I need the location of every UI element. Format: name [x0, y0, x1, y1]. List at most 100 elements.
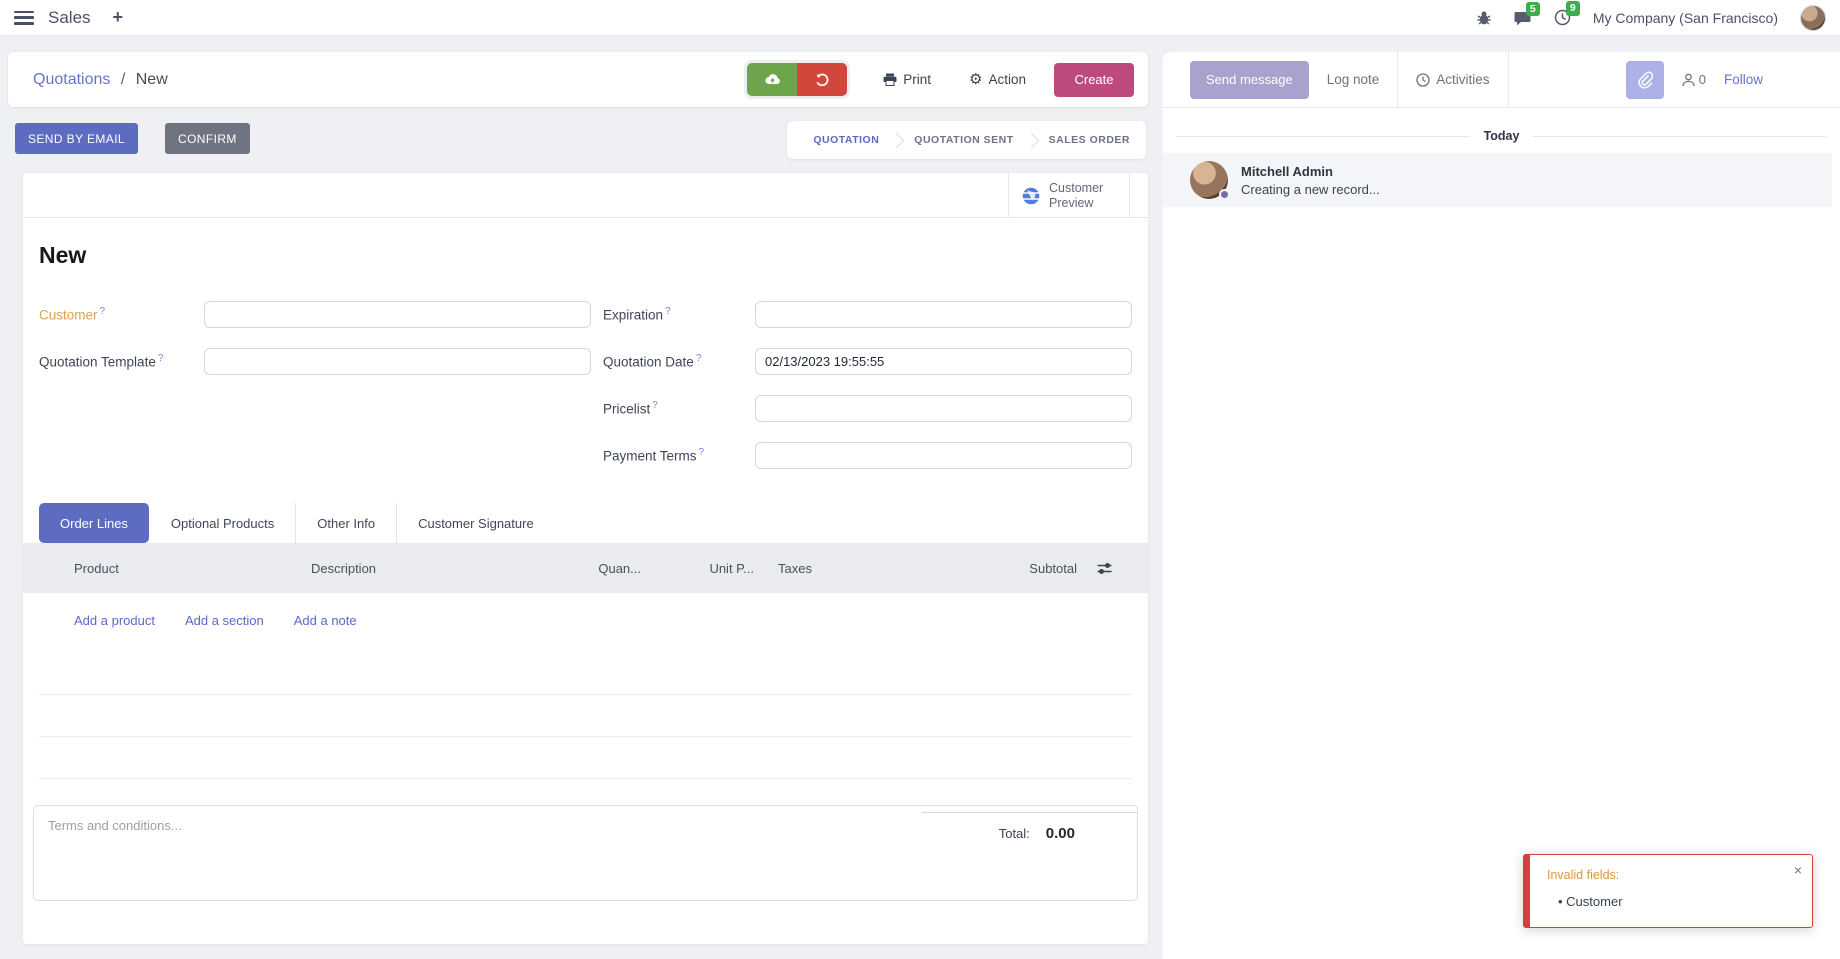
followers-counter[interactable]: 0	[1682, 72, 1706, 87]
add-a-product-link[interactable]: Add a product	[74, 613, 155, 628]
totals-block: Total: 0.00	[922, 812, 1137, 842]
paperclip-icon	[1637, 71, 1653, 89]
empty-row	[39, 653, 1132, 695]
messages-count-badge: 5	[1526, 2, 1540, 17]
empty-row	[39, 695, 1132, 737]
total-value: 0.00	[1046, 825, 1075, 842]
payment-terms-input[interactable]	[755, 442, 1132, 469]
record-title: New	[39, 242, 1132, 269]
pricelist-input[interactable]	[755, 395, 1132, 422]
action-button[interactable]: ⚙ Action	[969, 72, 1026, 87]
toast-invalid-field-item: • Customer	[1558, 894, 1623, 909]
empty-order-lines	[39, 653, 1132, 779]
breadcrumb-separator: /	[121, 71, 125, 88]
followers-count: 0	[1699, 72, 1706, 87]
send-message-button[interactable]: Send message	[1190, 61, 1309, 99]
notes-and-totals: Total: 0.00	[33, 805, 1138, 901]
stage-quotation[interactable]: QUOTATION	[801, 134, 891, 146]
form-sheet: Customer Preview New Customer? Quotation…	[23, 173, 1148, 944]
debug-bug-icon[interactable]	[1476, 10, 1492, 26]
tab-optional-products[interactable]: Optional Products	[150, 503, 296, 543]
payment-terms-field-label: Payment Terms?	[603, 447, 755, 464]
divider	[1508, 52, 1509, 108]
gear-icon: ⚙	[969, 72, 982, 87]
column-header-subtotal: Subtotal	[954, 561, 1077, 576]
help-question-icon[interactable]: ?	[699, 447, 705, 458]
help-question-icon[interactable]: ?	[158, 353, 164, 364]
message-text: Creating a new record...	[1241, 182, 1380, 197]
company-switcher[interactable]: My Company (San Francisco)	[1593, 10, 1778, 26]
terms-and-conditions-input[interactable]	[48, 818, 688, 888]
breadcrumb: Quotations / New	[33, 71, 168, 89]
help-question-icon[interactable]: ?	[665, 306, 671, 317]
person-icon	[1682, 73, 1695, 87]
messages-icon[interactable]: 5	[1514, 10, 1532, 26]
control-panel: Quotations / New Print ⚙ Action	[8, 52, 1148, 107]
optional-columns-icon[interactable]	[1077, 562, 1132, 575]
column-header-product: Product	[39, 561, 311, 576]
column-header-quantity: Quan...	[581, 561, 641, 576]
form-fields: Customer? Quotation Template? Expiration…	[39, 291, 1132, 479]
customer-input[interactable]	[204, 301, 591, 328]
activities-clock-icon[interactable]: 9	[1554, 9, 1571, 26]
help-question-icon[interactable]: ?	[696, 353, 702, 364]
follow-button[interactable]: Follow	[1724, 72, 1763, 87]
presence-dot-icon	[1219, 189, 1230, 200]
expiration-input[interactable]	[755, 301, 1132, 328]
customer-field-label: Customer?	[39, 306, 204, 323]
undo-icon	[815, 73, 830, 87]
print-label: Print	[903, 72, 931, 87]
total-label: Total:	[999, 826, 1030, 841]
create-button[interactable]: Create	[1054, 63, 1134, 97]
breadcrumb-quotations-link[interactable]: Quotations	[33, 71, 110, 88]
column-header-taxes: Taxes	[754, 561, 954, 576]
status-row: SEND BY EMAIL CONFIRM QUOTATION QUOTATIO…	[8, 119, 1148, 163]
discard-button[interactable]	[797, 63, 847, 96]
printer-icon	[883, 73, 897, 86]
add-a-section-link[interactable]: Add a section	[185, 613, 264, 628]
invalid-fields-toast: Invalid fields: • Customer ×	[1523, 854, 1813, 928]
column-header-description: Description	[311, 561, 581, 576]
print-button[interactable]: Print	[883, 72, 931, 87]
statusbar-stages: QUOTATION QUOTATION SENT SALES ORDER	[787, 121, 1146, 159]
new-tab-plus-button[interactable]: +	[113, 7, 124, 28]
activities-tab[interactable]: Activities	[1398, 52, 1507, 108]
column-header-unit-price: Unit P...	[641, 561, 754, 576]
confirm-button[interactable]: CONFIRM	[165, 123, 250, 154]
send-by-email-button[interactable]: SEND BY EMAIL	[15, 123, 138, 154]
stage-sales-order[interactable]: SALES ORDER	[1037, 134, 1142, 146]
apps-menu-icon[interactable]	[14, 11, 34, 25]
chatter-message[interactable]: Mitchell Admin Creating a new record...	[1163, 153, 1832, 207]
message-author: Mitchell Admin	[1241, 164, 1380, 179]
tab-order-lines[interactable]: Order Lines	[39, 503, 149, 543]
user-avatar[interactable]	[1800, 5, 1826, 31]
cloud-upload-icon	[764, 73, 781, 86]
tab-customer-signature[interactable]: Customer Signature	[397, 503, 555, 543]
activities-count-badge: 9	[1566, 1, 1580, 16]
help-question-icon[interactable]: ?	[652, 400, 658, 411]
close-icon[interactable]: ×	[1794, 863, 1802, 877]
pricelist-field-label: Pricelist?	[603, 400, 755, 417]
order-line-actions: Add a product Add a section Add a note	[74, 613, 1132, 628]
attach-files-button[interactable]	[1626, 61, 1664, 99]
order-lines-header: Product Description Quan... Unit P... Ta…	[23, 543, 1148, 593]
quotation-template-field-label: Quotation Template?	[39, 353, 204, 370]
quotation-date-input[interactable]	[755, 348, 1132, 375]
chatter-topbar: Send message Log note Activities 0 Follo…	[1163, 52, 1840, 108]
breadcrumb-current: New	[136, 71, 168, 88]
tab-other-info[interactable]: Other Info	[296, 503, 397, 543]
customer-preview-button[interactable]: Customer Preview	[1008, 173, 1130, 218]
help-question-icon[interactable]: ?	[100, 306, 106, 317]
globe-icon	[1021, 186, 1041, 206]
expiration-field-label: Expiration?	[603, 306, 755, 323]
add-a-note-link[interactable]: Add a note	[294, 613, 357, 628]
log-note-tab[interactable]: Log note	[1309, 52, 1398, 108]
app-name[interactable]: Sales	[48, 8, 91, 28]
activity-clock-icon	[1416, 73, 1430, 87]
top-navbar: Sales + 5 9 My Company (San Francisco)	[0, 0, 1840, 36]
stage-quotation-sent[interactable]: QUOTATION SENT	[902, 134, 1025, 146]
quotation-date-field-label: Quotation Date?	[603, 353, 755, 370]
notebook-tabs: Order Lines Optional Products Other Info…	[39, 503, 1132, 543]
quotation-template-input[interactable]	[204, 348, 591, 375]
save-button[interactable]	[747, 63, 797, 96]
